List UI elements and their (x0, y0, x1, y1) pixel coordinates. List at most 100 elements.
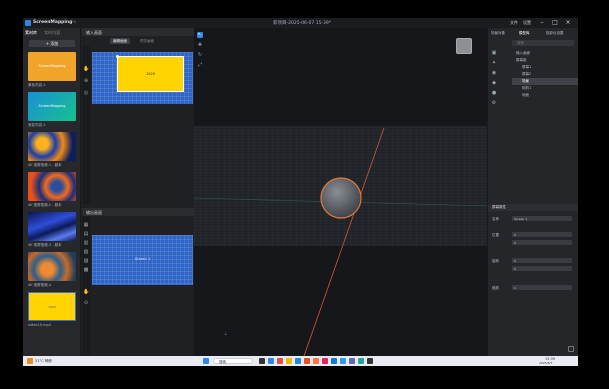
add-media-button[interactable]: + 添加 (29, 40, 75, 47)
prop-name-field[interactable]: Screen 1 (512, 216, 572, 221)
translate-tool-icon[interactable]: ✥ (197, 42, 203, 48)
tab-scene-objects[interactable]: 场景对象 (491, 31, 505, 36)
taskbar-search-input[interactable]: 搜索 (213, 358, 253, 364)
prop-rotation-field[interactable]: 0 (512, 266, 572, 271)
tree-item[interactable]: 相机1 (522, 86, 531, 91)
app-logo-icon (25, 20, 31, 26)
prop-label: 缩放 (492, 286, 499, 290)
app-icon[interactable] (331, 358, 337, 364)
tree-item[interactable]: 屏幕组 (516, 58, 527, 63)
media-item-thumb[interactable]: ScreenMapping (28, 92, 76, 121)
tree-item[interactable]: 屏幕2 (522, 72, 531, 77)
menu-settings[interactable]: 设置 (523, 20, 531, 26)
mask-tool-icon[interactable]: ▩ (83, 267, 89, 273)
explorer-icon[interactable] (286, 358, 292, 364)
maximize-icon[interactable]: □ (551, 19, 559, 27)
minimize-icon[interactable]: – (538, 19, 546, 27)
corner-handle[interactable] (116, 55, 119, 58)
3d-viewport[interactable]: ↖ ✥ ↻ ⤢ ⊥ (194, 28, 487, 356)
input-tool-column: ✋ ⊕ ◎ (82, 46, 90, 204)
tab-model-library[interactable]: 模型库 (519, 31, 530, 36)
tab-edit-view[interactable]: 编辑画面 (110, 38, 130, 44)
prop-position-field[interactable]: 0 (512, 232, 572, 237)
scene-sphere[interactable] (320, 177, 362, 219)
output-canvas-grid[interactable]: Screen 1 (92, 235, 193, 285)
prop-position-field[interactable]: 0 (512, 240, 572, 245)
hand-tool-icon[interactable]: ✋ (83, 289, 89, 295)
tab-media-library[interactable]: 素材库 (25, 30, 37, 35)
widgets-icon[interactable] (268, 358, 274, 364)
search-placeholder: 搜索 (517, 41, 524, 45)
cursor-tool-icon[interactable]: ↖ (197, 32, 203, 38)
input-canvas-grid[interactable]: 1920 (92, 52, 193, 104)
weather-text: 31°C 晴朗 (35, 359, 52, 363)
app-icon[interactable] (304, 358, 310, 364)
thumb-text: ScreenMapping (38, 64, 66, 68)
media-item-thumb[interactable] (28, 132, 76, 161)
tree-item[interactable]: 地面 (522, 93, 529, 98)
settings-gear-icon[interactable]: ⚙ (491, 100, 497, 106)
prop-label: 旋转 (492, 259, 499, 263)
search-input[interactable]: 搜索 (512, 40, 574, 46)
close-icon[interactable]: × (564, 19, 572, 27)
media-item-label: 4K 宽屏视频-1 - 副本 (28, 163, 62, 167)
input-content-rect[interactable]: 1920 (117, 56, 184, 92)
scale-tool-icon[interactable]: ⤢ (197, 62, 203, 68)
projector-icon[interactable]: ◉ (491, 70, 497, 76)
select-tool-icon[interactable]: ✋ (83, 66, 89, 72)
prop-value: 0 (514, 267, 516, 271)
move-tool-icon[interactable]: ⊕ (83, 78, 89, 84)
app-icon[interactable] (322, 358, 328, 364)
tab-projector-settings[interactable]: 投影仪设置 (546, 31, 564, 36)
media-item-thumb[interactable]: 1920 (28, 292, 76, 321)
weather-icon[interactable] (27, 358, 33, 364)
app-icon[interactable] (367, 358, 373, 364)
input-panel-title: 输入画面 (86, 30, 102, 35)
media-item-label: 4K 宽屏视频-4 (28, 283, 52, 287)
rotate-tool-icon[interactable]: ↻ (197, 52, 203, 58)
app-icon[interactable] (349, 358, 355, 364)
app-icon[interactable] (277, 358, 283, 364)
tree-item-selected[interactable]: 场景 (522, 79, 529, 84)
layer-tool-icon[interactable]: ▥ (83, 240, 89, 246)
taskview-icon[interactable] (259, 358, 265, 364)
taskbar-search-label: 搜索 (219, 360, 226, 364)
grid-tool-icon[interactable]: ▤ (83, 231, 89, 237)
media-item-thumb[interactable] (28, 212, 76, 241)
camera-icon[interactable]: ▣ (491, 50, 497, 56)
screenmapping-icon[interactable] (340, 358, 346, 364)
media-item-thumb[interactable] (28, 172, 76, 201)
target-tool-icon[interactable]: ⊙ (83, 300, 89, 306)
add-media-label: 添加 (50, 41, 59, 46)
media-item-label: 黄色内容-1 (28, 83, 46, 87)
tree-item[interactable]: 输入画面 (516, 51, 530, 56)
media-item-thumb[interactable] (28, 252, 76, 281)
prop-rotation-field[interactable]: 0 (512, 258, 572, 263)
align-tool-icon[interactable]: ▧ (83, 249, 89, 255)
axis-gizmo-icon: ⊥ (224, 331, 228, 336)
media-item-label: video10.mp4 (28, 323, 51, 327)
redo-icon[interactable]: ↷ (72, 20, 76, 26)
tree-item[interactable]: 屏幕1 (522, 65, 531, 70)
menu-file[interactable]: 文件 (510, 20, 518, 26)
tab-preview-view[interactable]: 预览画面 (137, 38, 157, 44)
crop-tool-icon[interactable]: ▨ (83, 258, 89, 264)
prop-value: Screen 1 (514, 217, 528, 221)
edge-icon[interactable] (295, 358, 301, 364)
prop-scale-field[interactable]: 1 (512, 285, 572, 290)
title-bar: ScreenMapping ↶ ↷ 新项目-2025-06-07 15-39* … (23, 18, 578, 28)
light-icon[interactable]: ✦ (491, 60, 497, 66)
panel-toggle-icon[interactable] (568, 346, 574, 352)
mesh-icon[interactable]: ◆ (491, 80, 497, 86)
tab-live-content[interactable]: 实时内容 (44, 30, 60, 35)
input-panel-header: 输入画面 (82, 28, 194, 36)
undo-icon[interactable]: ↶ (65, 20, 69, 26)
sphere-icon[interactable]: ● (491, 90, 497, 96)
app-icon[interactable] (313, 358, 319, 364)
media-item-thumb[interactable]: ScreenMapping (28, 52, 76, 81)
view-cube-icon[interactable] (456, 38, 472, 54)
fit-tool-icon[interactable]: ◎ (83, 90, 89, 96)
app-icon[interactable] (358, 358, 364, 364)
zoom-tool-icon[interactable]: ▦ (83, 222, 89, 228)
start-icon[interactable] (203, 358, 209, 364)
